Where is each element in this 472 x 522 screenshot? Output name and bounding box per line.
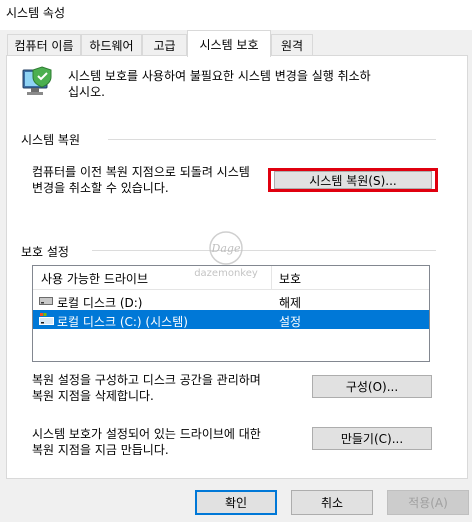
column-header-protection[interactable]: 보호 (279, 270, 301, 287)
system-restore-button[interactable]: 시스템 복원(S)... (274, 171, 432, 189)
drive-protection-status: 해제 (279, 296, 302, 310)
drive-name: 로컬 디스크 (D:) (57, 296, 143, 310)
restore-description: 컴퓨터를 이전 복원 지점으로 되돌려 시스템 변경을 취소할 수 있습니다. (32, 165, 250, 195)
apply-button[interactable]: 적용(A) (387, 490, 469, 515)
restore-section-divider (108, 139, 436, 140)
tab-strip: 컴퓨터 이름 하드웨어 고급 시스템 보호 원격 (0, 30, 472, 57)
tab-hardware[interactable]: 하드웨어 (81, 34, 142, 56)
computer-shield-icon (22, 66, 52, 95)
intro-text: 시스템 보호를 사용하여 불필요한 시스템 변경을 실행 취소하 십시오. (68, 69, 371, 99)
drive-name: 로컬 디스크 (C:) (시스템) (57, 315, 188, 329)
create-description: 시스템 보호가 설정되어 있는 드라이브에 대한 복원 지점을 지금 만듭니다. (32, 427, 261, 457)
drive-row-c[interactable]: 로컬 디스크 (C:) (시스템) 설정 (33, 310, 429, 329)
drive-protection-status: 설정 (279, 315, 302, 329)
configure-description: 복원 설정을 구성하고 디스크 공간을 관리하며 복원 지점을 삭제합니다. (32, 373, 261, 403)
title-bar: 시스템 속성 (0, 0, 472, 30)
tab-computer-name[interactable]: 컴퓨터 이름 (7, 34, 81, 56)
watermark-text: dazemonkey (194, 268, 258, 279)
configure-button[interactable]: 구성(O)... (312, 375, 432, 398)
window-title: 시스템 속성 (6, 6, 66, 20)
cancel-button[interactable]: 취소 (291, 490, 373, 515)
ok-button[interactable]: 확인 (195, 490, 277, 515)
hard-drive-icon (39, 297, 53, 305)
column-header-drive[interactable]: 사용 가능한 드라이브 (41, 270, 148, 287)
system-drive-icon (39, 313, 54, 325)
tab-system-protection[interactable]: 시스템 보호 (187, 30, 271, 57)
watermark-logo-icon: Dage (209, 231, 243, 265)
watermark: Dage dazemonkey (186, 228, 266, 298)
tab-advanced[interactable]: 고급 (142, 34, 187, 56)
svg-text:Dage: Dage (211, 242, 241, 255)
tab-remote[interactable]: 원격 (271, 34, 313, 56)
protection-section-title: 보호 설정 (21, 245, 69, 259)
restore-section-title: 시스템 복원 (21, 133, 81, 147)
column-separator[interactable] (271, 266, 272, 290)
create-button[interactable]: 만들기(C)... (312, 427, 432, 450)
